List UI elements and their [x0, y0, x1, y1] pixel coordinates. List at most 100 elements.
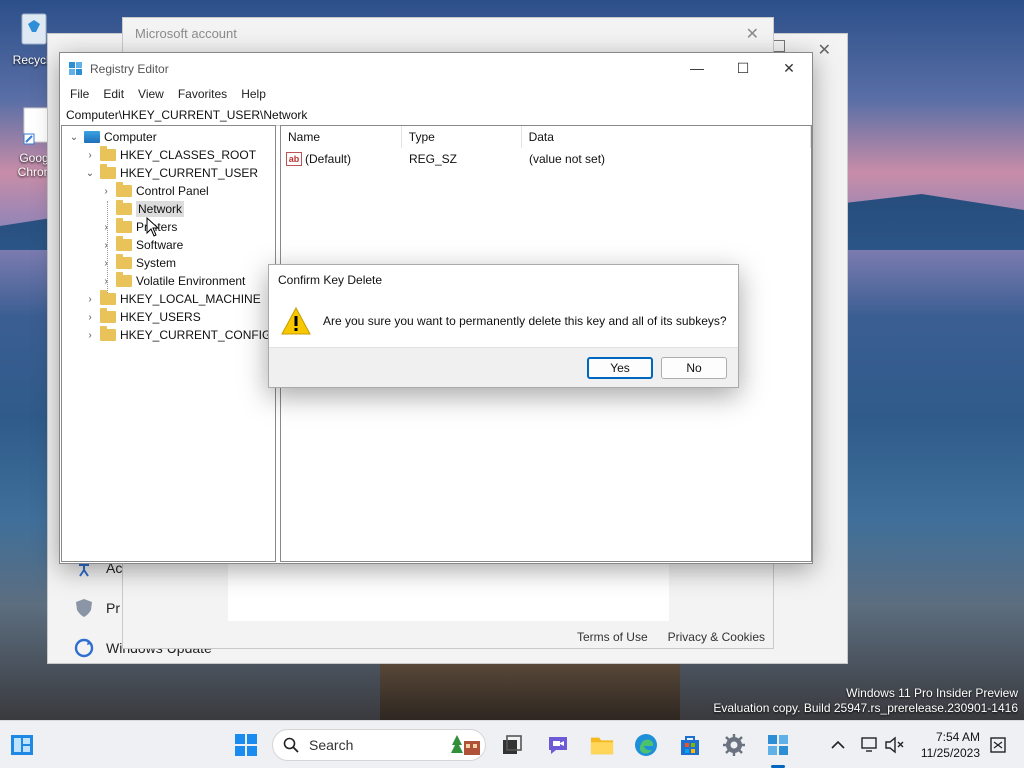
meet-button[interactable] [546, 733, 570, 757]
value-name: (Default) [305, 152, 352, 166]
menu-view[interactable]: View [131, 85, 171, 105]
task-view-button[interactable] [500, 733, 524, 757]
settings-button[interactable] [722, 733, 746, 757]
tray-overflow-button[interactable] [826, 733, 850, 757]
value-type: REG_SZ [409, 152, 458, 166]
store-button[interactable] [678, 733, 702, 757]
column-header-type[interactable]: Type [402, 126, 522, 148]
chevron-right-icon[interactable]: › [100, 275, 112, 287]
chevron-right-icon[interactable]: › [84, 329, 96, 341]
folder-icon [100, 290, 116, 305]
close-icon[interactable]: ✕ [746, 24, 759, 44]
computer-icon [84, 131, 100, 143]
tree-node-control-panel[interactable]: › Control Panel [100, 182, 209, 200]
tree-node-label: Computer [104, 130, 157, 144]
folder-icon [116, 218, 132, 233]
dialog-title: Confirm Key Delete [278, 273, 383, 287]
chevron-right-icon[interactable]: › [84, 149, 96, 161]
folder-icon [100, 164, 116, 179]
tree-node-hkcc[interactable]: › HKEY_CURRENT_CONFIG [84, 326, 271, 344]
chevron-right-icon[interactable]: › [100, 257, 112, 269]
volume-button[interactable] [882, 733, 906, 757]
tree-node-label: HKEY_CURRENT_USER [120, 166, 259, 180]
edge-icon [635, 734, 657, 756]
registry-editor-taskbar-button[interactable] [766, 733, 790, 757]
value-row[interactable]: ab (Default) REG_SZ (value not set) [281, 152, 812, 166]
folder-icon [116, 200, 132, 215]
window-controls: — ☐ ✕ [674, 53, 812, 83]
notification-icon [990, 737, 1006, 753]
taskbar-clock[interactable]: 7:54 AM 11/25/2023 [921, 729, 980, 761]
chevron-right-icon[interactable]: › [84, 311, 96, 323]
terms-link[interactable]: Terms of Use [577, 630, 648, 644]
chevron-right-icon[interactable]: › [84, 293, 96, 305]
folder-icon [116, 254, 132, 269]
tree-node-hku[interactable]: › HKEY_USERS [84, 308, 201, 326]
tree-node-hklm[interactable]: › HKEY_LOCAL_MACHINE [84, 290, 261, 308]
folder-icon [100, 326, 116, 341]
menu-file[interactable]: File [63, 85, 96, 105]
dialog-footer: Yes No [269, 347, 738, 387]
close-icon[interactable]: ✕ [818, 40, 831, 60]
tree-node-network[interactable]: Network [100, 200, 185, 218]
network-status-button[interactable] [858, 733, 882, 757]
tree-node-printers[interactable]: › Printers [100, 218, 177, 236]
tree-node-label: Control Panel [136, 184, 209, 198]
chevron-down-icon[interactable]: ⌄ [68, 131, 80, 143]
minimize-icon[interactable]: — [674, 53, 720, 83]
search-icon [283, 737, 299, 753]
tree-node-label: HKEY_USERS [120, 310, 201, 324]
folder-icon [100, 308, 116, 323]
start-button[interactable] [234, 733, 258, 757]
registry-editor-icon [69, 62, 82, 75]
close-icon[interactable]: ✕ [766, 53, 812, 83]
tree-node-system[interactable]: › System [100, 254, 176, 272]
clock-time: 7:54 AM [935, 730, 980, 744]
volume-muted-icon [885, 736, 904, 754]
tree-node-label: Volatile Environment [136, 274, 246, 288]
confirm-key-delete-dialog[interactable]: Confirm Key Delete Are you sure you want… [268, 264, 739, 388]
chevron-right-icon[interactable]: › [100, 185, 112, 197]
registry-tree[interactable]: ⌄ Computer › HKEY_CLASSES_ROOT ⌄ HKEY_CU… [61, 125, 276, 562]
folder-icon [116, 272, 132, 287]
no-button[interactable]: No [661, 357, 727, 379]
widgets-button[interactable] [10, 733, 34, 757]
privacy-link[interactable]: Privacy & Cookies [668, 630, 765, 644]
start-icon [235, 734, 257, 756]
tree-node-hkcu[interactable]: ⌄ HKEY_CURRENT_USER [84, 164, 258, 182]
yes-button[interactable]: Yes [587, 357, 653, 379]
folder-icon [100, 146, 116, 161]
taskbar: Search 7:54 AM 11/25/2023 [0, 720, 1024, 768]
os-watermark: Windows 11 Pro Insider Preview Evaluatio… [713, 686, 1018, 716]
dialog-body: Are you sure you want to permanently del… [269, 295, 738, 347]
chevron-right-icon[interactable]: › [100, 221, 112, 233]
menu-favorites[interactable]: Favorites [171, 85, 234, 105]
windows-update-icon [74, 638, 94, 658]
tree-node-software[interactable]: › Software [100, 236, 183, 254]
column-header-name[interactable]: Name [281, 126, 402, 148]
string-value-icon: ab [286, 152, 302, 166]
menu-bar: File Edit View Favorites Help [60, 85, 812, 105]
tree-node-computer[interactable]: ⌄ Computer [68, 128, 157, 146]
settings-nav-label: Pr [106, 600, 120, 616]
taskbar-search[interactable]: Search [272, 729, 486, 761]
value-data: (value not set) [529, 152, 606, 166]
chevron-up-icon [831, 740, 845, 749]
chevron-down-icon[interactable]: ⌄ [84, 167, 96, 179]
tree-node-volatile-environment[interactable]: › Volatile Environment [100, 272, 245, 290]
settings-nav-privacy[interactable]: Pr [74, 596, 120, 620]
menu-edit[interactable]: Edit [96, 85, 131, 105]
window-title: Registry Editor [90, 62, 169, 76]
chevron-right-icon[interactable]: › [100, 239, 112, 251]
notifications-button[interactable] [986, 733, 1010, 757]
folder-icon [116, 182, 132, 197]
maximize-icon[interactable]: ☐ [720, 53, 766, 83]
edge-button[interactable] [634, 733, 658, 757]
column-header-data[interactable]: Data [522, 126, 811, 148]
file-explorer-button[interactable] [590, 733, 614, 757]
menu-help[interactable]: Help [234, 85, 273, 105]
address-bar[interactable]: Computer\HKEY_CURRENT_USER\Network [62, 106, 810, 126]
tree-node-hkcr[interactable]: › HKEY_CLASSES_ROOT [84, 146, 256, 164]
folder-icon [116, 236, 132, 251]
maximize-icon[interactable] [773, 40, 785, 52]
